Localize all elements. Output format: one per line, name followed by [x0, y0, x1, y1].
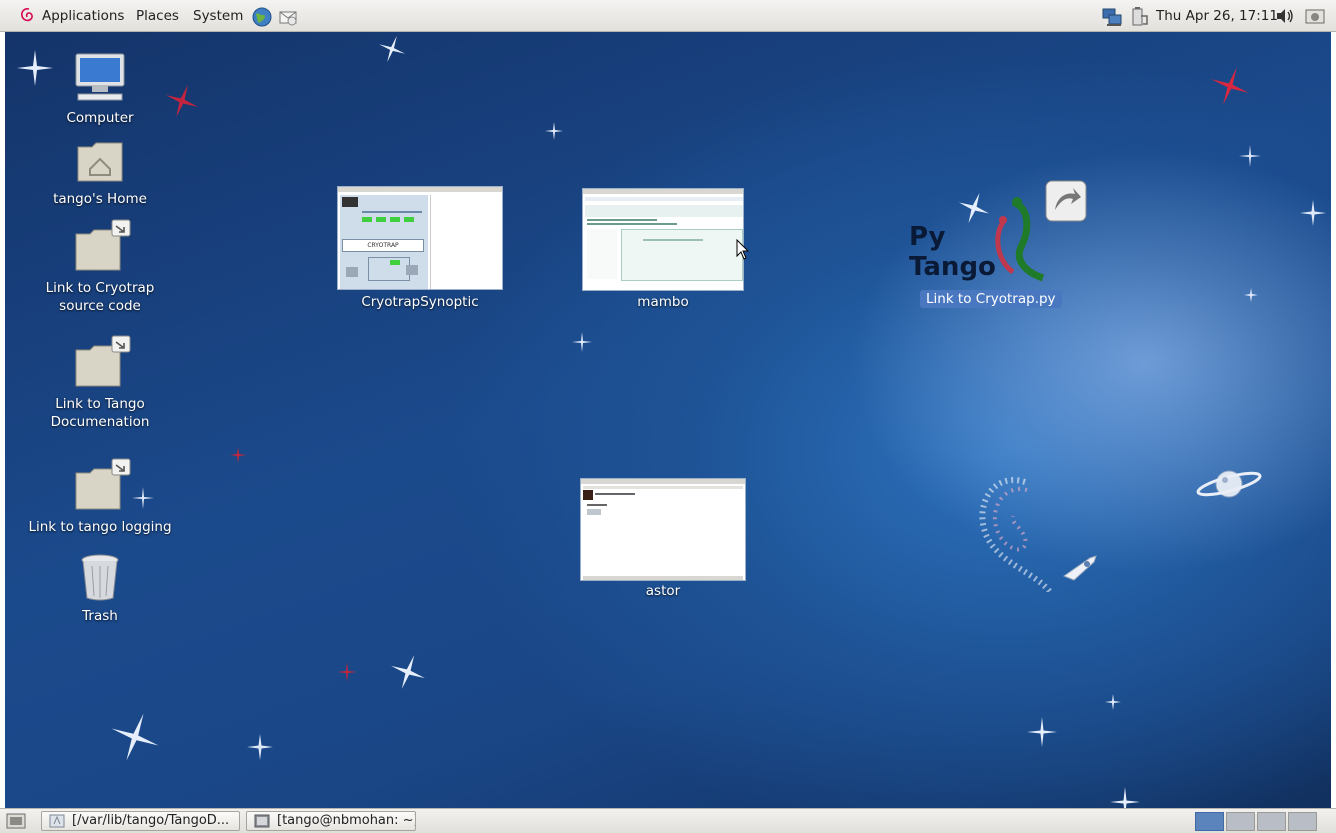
- debian-logo-icon[interactable]: [20, 7, 36, 23]
- desktop[interactable]: Computer tango's Home Link to Cryotrap s…: [5, 32, 1331, 808]
- star-icon: [391, 655, 425, 689]
- taskbar-item-file-browser[interactable]: [/var/lib/tango/TangoD...: [41, 811, 240, 831]
- top-panel: Applications Places System Thu Apr 26, 1…: [0, 0, 1336, 32]
- thumbnail-cryotrap-synoptic[interactable]: CRYOTRAP: [337, 186, 503, 290]
- mail-client-icon[interactable]: [277, 6, 299, 28]
- desktop-icon-label: Computer: [66, 110, 134, 126]
- desktop-icon-label: tango's Home: [53, 191, 147, 207]
- workspace-4[interactable]: [1288, 812, 1317, 831]
- workspace-1[interactable]: [1195, 812, 1224, 831]
- folder-link-icon: [75, 219, 131, 271]
- star-icon: [247, 734, 273, 760]
- menu-places[interactable]: Places: [136, 8, 179, 24]
- star-icon: [230, 447, 246, 463]
- bottom-panel: [/var/lib/tango/TangoD... [tango@nbmohan…: [0, 808, 1336, 833]
- folder-link-icon: [75, 335, 131, 387]
- thumbnail-label-cryotrap-synoptic: CryotrapSynoptic: [361, 294, 479, 310]
- taskbar-item-terminal[interactable]: [tango@nbmohan: ~]: [246, 811, 416, 831]
- mouse-cursor-icon: [736, 239, 750, 260]
- star-icon: [1027, 717, 1057, 747]
- debian-swirl-decoration: [979, 477, 1053, 592]
- volume-icon[interactable]: [1275, 7, 1295, 25]
- desktop-icon-label: Trash: [82, 608, 118, 624]
- thumbnail-label-astor: astor: [645, 583, 681, 599]
- desktop-icon-home[interactable]: tango's Home: [35, 137, 165, 208]
- desktop-icon-trash[interactable]: Trash: [50, 552, 150, 625]
- screenshot-icon[interactable]: [1304, 7, 1326, 25]
- rocket-icon: [1062, 555, 1097, 581]
- star-icon: [1300, 200, 1326, 226]
- star-icon: [1105, 694, 1121, 710]
- link-arrow-icon: [1045, 180, 1087, 222]
- thumbnail-astor[interactable]: [580, 478, 746, 581]
- desktop-icon-label-line2: Documenation: [50, 414, 150, 430]
- star-icon: [1244, 288, 1258, 302]
- thumbnail-label-mambo: mambo: [637, 294, 689, 310]
- thumbnail-mambo[interactable]: [582, 188, 744, 291]
- battery-icon[interactable]: [1129, 6, 1151, 28]
- clock[interactable]: Thu Apr 26, 17:11: [1156, 8, 1278, 24]
- desktop-icon-pytango-link[interactable]: Py Tango Link to Cryotrap.py: [905, 180, 1087, 312]
- terminal-icon: [254, 814, 270, 828]
- star-icon: [378, 35, 406, 63]
- desktop-icon-label-line1: Link to Cryotrap: [45, 280, 155, 296]
- taskbar-item-label: [tango@nbmohan: ~]: [277, 813, 416, 828]
- star-icon: [111, 713, 159, 761]
- star-icon: [1239, 145, 1261, 167]
- folder-icon: [49, 814, 65, 828]
- star-icon: [572, 332, 592, 352]
- star-icon: [545, 122, 563, 140]
- workspace-2[interactable]: [1226, 812, 1255, 831]
- desktop-icon-computer[interactable]: Computer: [45, 52, 155, 127]
- desktop-icon-tango-logging[interactable]: Link to tango logging: [15, 457, 185, 536]
- star-icon: [166, 85, 198, 117]
- home-folder-icon: [77, 142, 123, 182]
- show-desktop-icon[interactable]: [6, 813, 26, 829]
- desktop-icon-label-line1: Link to Tango: [55, 396, 145, 412]
- star-icon: [337, 662, 357, 682]
- workspace-3[interactable]: [1257, 812, 1286, 831]
- menu-applications[interactable]: Applications: [42, 8, 124, 24]
- taskbar-item-label: [/var/lib/tango/TangoD...: [72, 813, 230, 828]
- pytango-logo-text-line1: Py: [909, 222, 946, 252]
- web-browser-icon[interactable]: [251, 6, 273, 28]
- folder-link-icon: [75, 458, 131, 510]
- planet-icon: [1196, 470, 1262, 498]
- network-icon[interactable]: [1101, 6, 1123, 28]
- cryotrap-inner-label: CRYOTRAP: [342, 239, 424, 252]
- desktop-icon-label-line2: source code: [59, 298, 141, 314]
- trash-icon: [81, 554, 119, 601]
- pytango-link-label: Link to Cryotrap.py: [920, 290, 1062, 308]
- computer-icon: [75, 53, 125, 101]
- desktop-icon-cryotrap-source[interactable]: Link to Cryotrap source code: [25, 218, 175, 315]
- star-icon: [1211, 67, 1249, 105]
- star-icon: [1110, 787, 1140, 808]
- desktop-icon-label: Link to tango logging: [28, 519, 172, 535]
- menu-system[interactable]: System: [193, 8, 243, 24]
- desktop-icon-tango-doc[interactable]: Link to Tango Documenation: [25, 334, 175, 431]
